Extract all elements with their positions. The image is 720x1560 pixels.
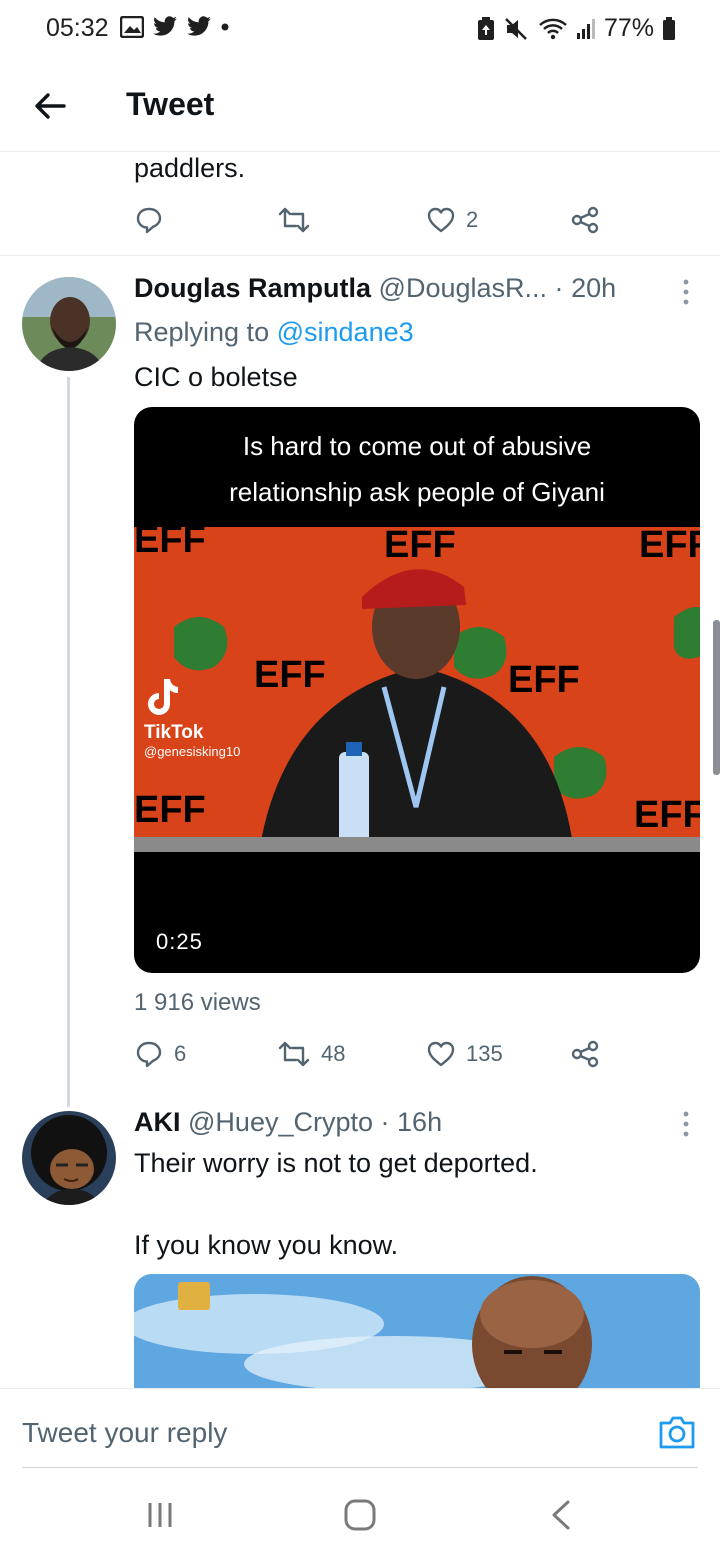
tweet-actions: 6 48 135 [134,1034,614,1074]
video-thumbnail: EFF EFF EFF EFF EFF EFF EFF TikTok @gene… [134,527,700,852]
gallery-icon [120,16,144,38]
status-notification-icons [120,16,230,38]
share-button[interactable] [570,200,600,240]
eff-logo-text: EFF [508,659,580,701]
eff-logo-text: EFF [634,794,700,836]
like-count: 2 [466,207,479,232]
display-name[interactable]: AKI [134,1107,181,1137]
wifi-icon [539,18,567,39]
battery-percent: 77% [603,14,654,42]
retweet-icon [278,207,310,233]
avatar[interactable] [22,1111,116,1205]
share-icon [571,206,599,234]
eff-logo-text: EFF [134,527,206,561]
page-title: Tweet [126,86,215,122]
tweet-text: CIC o boletse [134,362,298,392]
like-button[interactable]: 135 [426,1034,503,1074]
reply-icon [136,1041,162,1068]
status-time: 05:32 [46,14,109,42]
reply-composer: Tweet your reply [0,1388,720,1468]
more-options-icon[interactable] [680,1111,692,1137]
tweet-divider [0,255,720,256]
system-navigation-bar [0,1468,720,1560]
tweet-text: Their worry is not to get deported. [134,1148,538,1178]
tweet-author-line: AKI @Huey_Crypto · 16h [134,1107,442,1138]
replying-to-handle[interactable]: @sindane3 [277,317,414,347]
retweet-icon [278,1041,310,1067]
reply-input[interactable]: Tweet your reply [22,1417,227,1449]
tweet-time: 16h [397,1107,443,1137]
eff-logo-text: EFF [384,527,456,566]
scrollbar-thumb[interactable] [713,620,720,775]
thread-line [67,377,70,1107]
mute-icon [505,17,527,40]
tweet-image[interactable] [134,1274,700,1388]
back-arrow-icon[interactable] [30,86,70,126]
video-caption-line-2: relationship ask people of Giyani [229,477,605,507]
more-options-icon[interactable] [680,279,692,305]
eff-logo-text: EFF [254,654,326,696]
replying-to-label: Replying to [134,317,270,347]
display-name[interactable]: Douglas Ramputla [134,273,371,303]
tiktok-username: @genesisking10 [144,744,241,759]
status-system-icons: 77% [476,14,676,43]
tiktok-label: TikTok [144,722,204,743]
recent-apps-icon[interactable] [140,1498,180,1532]
tiktok-icon [148,679,178,715]
view-count: 1 916 views [134,989,261,1016]
tweet-thread[interactable]: paddlers. 2 Douglas Ramputla @DouglasR..… [0,153,720,1388]
user-handle[interactable]: @Huey_Crypto [188,1107,373,1137]
avatar[interactable] [22,277,116,371]
tweet-text: If you know you know. [134,1230,399,1260]
dot-icon [221,23,229,31]
retweet-count: 48 [321,1041,346,1066]
reply-button[interactable] [134,200,174,240]
previous-tweet-text: paddlers. [134,153,246,183]
user-handle[interactable]: @DouglasR... [379,273,547,303]
home-icon[interactable] [340,1498,380,1532]
like-count: 135 [466,1041,503,1066]
previous-tweet-actions: 2 [134,200,614,240]
signal-icon [576,18,595,39]
twitter-icon [187,16,211,36]
app-header: Tweet [0,60,720,152]
video-player[interactable]: Is hard to come out of abusive relations… [134,407,700,973]
twitter-icon [153,16,177,36]
video-duration: 0:25 [156,929,203,954]
separator-dot: · [554,273,564,303]
reply-icon [136,207,162,234]
eff-logo-text: EFF [639,527,700,566]
status-bar: 05:32 77% [0,0,720,60]
like-button[interactable]: 2 [426,200,478,240]
retweet-button[interactable]: 48 [277,1034,345,1074]
tweet-time: 20h [571,273,617,303]
share-icon [571,1040,599,1068]
battery-icon [663,16,675,40]
video-caption-line-1: Is hard to come out of abusive [242,431,592,461]
tweet-author-line: Douglas Ramputla @DouglasR... · 20h [134,273,616,304]
battery-saver-icon [477,16,494,40]
eff-logo-text: EFF [134,789,206,831]
tiktok-watermark: TikTok @genesisking10 [144,677,240,759]
heart-icon [427,1041,455,1067]
replying-to: Replying to @sindane3 [134,317,414,348]
system-back-icon[interactable] [542,1498,582,1532]
separator-dot: · [380,1107,390,1137]
heart-icon [427,207,455,233]
share-button[interactable] [570,1034,600,1074]
reply-count: 6 [174,1041,187,1066]
retweet-button[interactable] [277,200,321,240]
camera-icon[interactable] [658,1413,696,1451]
reply-button[interactable]: 6 [134,1034,186,1074]
